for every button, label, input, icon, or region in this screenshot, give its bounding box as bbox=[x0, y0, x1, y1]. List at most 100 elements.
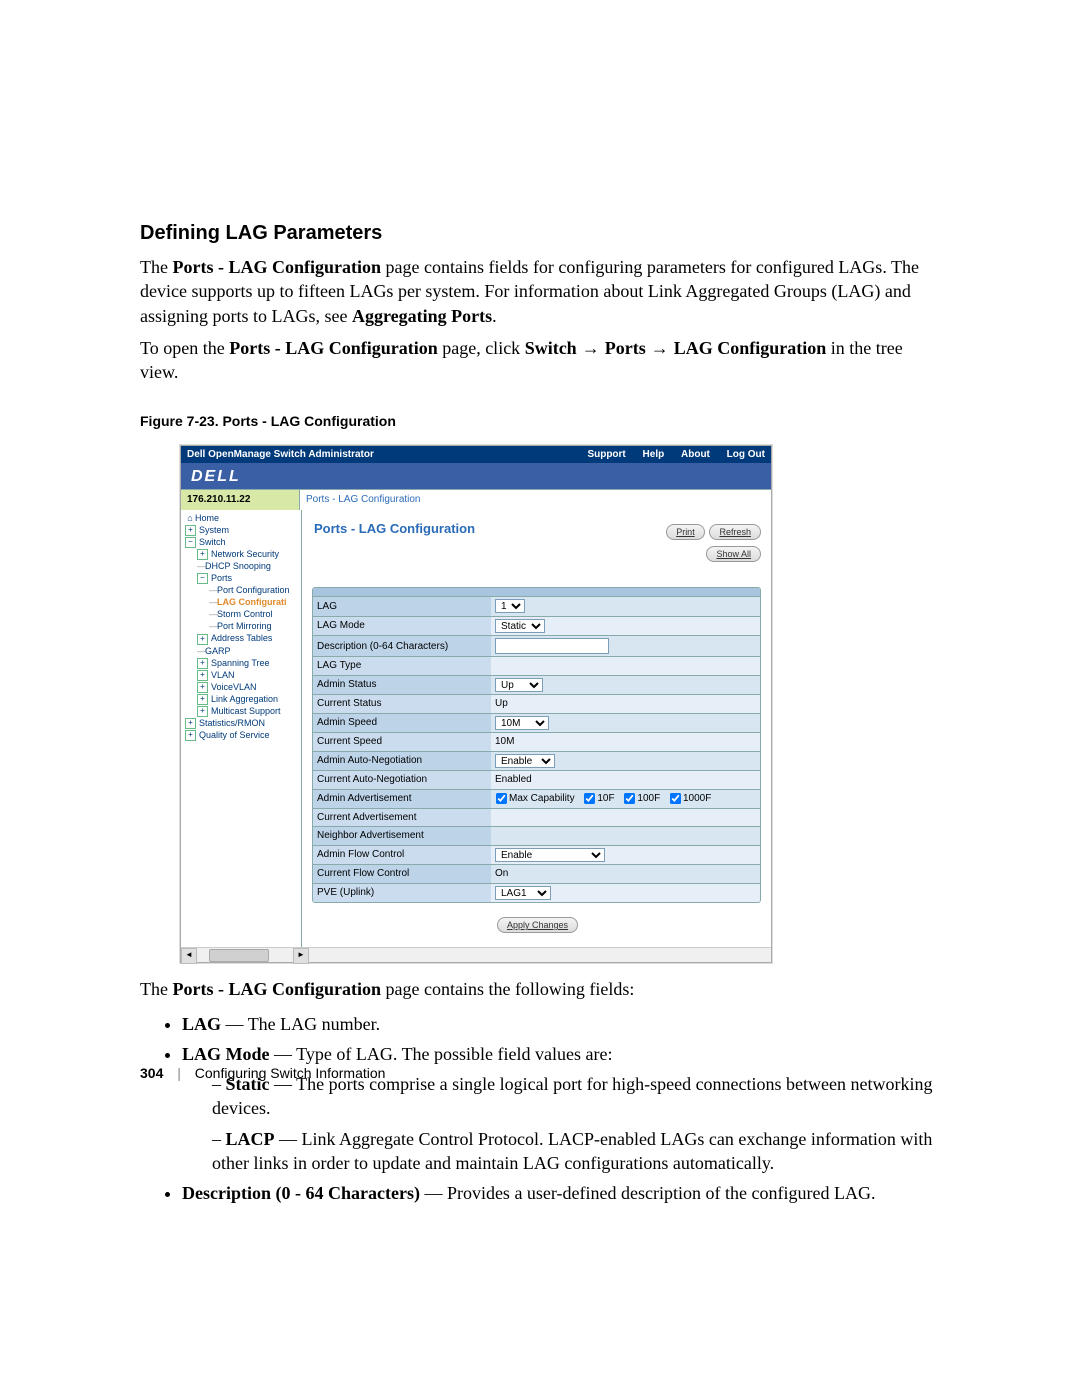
value-current-autoneg: Enabled bbox=[491, 771, 760, 790]
tree-lag-configuration[interactable]: —LAG Configurati bbox=[183, 596, 301, 608]
label-admin-autoneg: Admin Auto-Negotiation bbox=[313, 751, 491, 771]
bold-term: LACP bbox=[226, 1129, 275, 1149]
tree-link-aggregation[interactable]: +Link Aggregation bbox=[183, 693, 301, 705]
text: The bbox=[140, 257, 172, 277]
logout-link[interactable]: Log Out bbox=[727, 449, 765, 460]
admin-status-select[interactable]: Up bbox=[495, 678, 543, 692]
text: — Link Aggregate Control Protocol. LACP-… bbox=[212, 1129, 932, 1173]
tree-system[interactable]: +System bbox=[183, 524, 301, 536]
expand-icon[interactable]: + bbox=[197, 694, 208, 705]
config-form: LAG 1 LAG Mode Static Description (0-64 … bbox=[312, 587, 761, 903]
scroll-right-icon[interactable]: ► bbox=[293, 948, 309, 964]
admin-flow-select[interactable]: Enable bbox=[495, 848, 605, 862]
label-description: Description (0-64 Characters) bbox=[313, 636, 491, 657]
label-admin-speed: Admin Speed bbox=[313, 713, 491, 733]
help-link[interactable]: Help bbox=[643, 449, 665, 460]
bold-term: LAG Configuration bbox=[674, 338, 827, 358]
bold-term: Ports - LAG Configuration bbox=[172, 257, 381, 277]
separator-icon: | bbox=[167, 1065, 191, 1081]
expand-icon[interactable]: + bbox=[197, 670, 208, 681]
nav-tree[interactable]: ⌂Home +System −Switch +Network Security … bbox=[181, 510, 302, 947]
tree-statistics-rmon[interactable]: +Statistics/RMON bbox=[183, 717, 301, 729]
tree-home[interactable]: ⌂Home bbox=[183, 512, 301, 524]
text: — Provides a user-defined description of… bbox=[420, 1183, 876, 1203]
bold-term: Aggregating Ports bbox=[352, 306, 492, 326]
section-heading: Defining LAG Parameters bbox=[140, 220, 940, 247]
para-intro-1: The Ports - LAG Configuration page conta… bbox=[140, 255, 940, 328]
apply-changes-button[interactable]: Apply Changes bbox=[497, 917, 578, 933]
label-admin-advertisement: Admin Advertisement bbox=[313, 789, 491, 808]
tree-network-security[interactable]: +Network Security bbox=[183, 548, 301, 560]
about-link[interactable]: About bbox=[681, 449, 710, 460]
label-lag-mode: LAG Mode bbox=[313, 616, 491, 636]
panel-header: Ports - LAG Configuration Print Refresh … bbox=[302, 510, 771, 584]
expand-icon[interactable]: + bbox=[197, 634, 208, 645]
expand-icon[interactable]: + bbox=[197, 706, 208, 717]
adv-1000f-checkbox[interactable] bbox=[670, 793, 681, 804]
app-title: Dell OpenManage Switch Administrator bbox=[187, 448, 374, 462]
tree-dhcp-snooping[interactable]: —DHCP Snooping bbox=[183, 560, 301, 572]
expand-icon[interactable]: + bbox=[185, 525, 196, 536]
document-page: Defining LAG Parameters The Ports - LAG … bbox=[0, 0, 1080, 1206]
tree-qos[interactable]: +Quality of Service bbox=[183, 729, 301, 741]
text: page, click bbox=[438, 338, 525, 358]
breadcrumb: Ports - LAG Configuration bbox=[300, 490, 771, 510]
value-neighbor-advertisement bbox=[491, 827, 760, 846]
tree-voicevlan[interactable]: +VoiceVLAN bbox=[183, 681, 301, 693]
tree-spanning-tree[interactable]: +Spanning Tree bbox=[183, 657, 301, 669]
pve-select[interactable]: LAG1 bbox=[495, 886, 551, 900]
label-neighbor-advertisement: Neighbor Advertisement bbox=[313, 827, 491, 846]
expand-icon[interactable]: + bbox=[197, 682, 208, 693]
apply-row: Apply Changes bbox=[302, 903, 771, 947]
expand-icon[interactable]: + bbox=[185, 718, 196, 729]
logo-bar: DELL bbox=[181, 463, 771, 489]
main-panel: Ports - LAG Configuration Print Refresh … bbox=[302, 510, 771, 947]
admin-autoneg-select[interactable]: Enable bbox=[495, 754, 555, 768]
label-current-flow-control: Current Flow Control bbox=[313, 865, 491, 884]
print-button[interactable]: Print bbox=[666, 524, 705, 540]
admin-speed-select[interactable]: 10M bbox=[495, 716, 549, 730]
tree-address-tables[interactable]: +Address Tables bbox=[183, 632, 301, 644]
value-current-advertisement bbox=[491, 808, 760, 827]
text: . bbox=[492, 306, 497, 326]
horizontal-scrollbar[interactable]: ◄ ► bbox=[181, 947, 771, 962]
arrow-icon: → bbox=[646, 338, 674, 358]
label-current-advertisement: Current Advertisement bbox=[313, 808, 491, 827]
lag-select[interactable]: 1 bbox=[495, 599, 525, 613]
collapse-icon[interactable]: − bbox=[197, 573, 208, 584]
app-screenshot: Dell OpenManage Switch Administrator Sup… bbox=[180, 445, 772, 963]
scroll-thumb[interactable] bbox=[209, 949, 269, 962]
collapse-icon[interactable]: − bbox=[185, 537, 196, 548]
label-admin-status: Admin Status bbox=[313, 675, 491, 695]
support-link[interactable]: Support bbox=[587, 449, 625, 460]
tree-switch[interactable]: −Switch bbox=[183, 536, 301, 548]
expand-icon[interactable]: + bbox=[197, 549, 208, 560]
tree-port-mirroring[interactable]: —Port Mirroring bbox=[183, 620, 301, 632]
text: — Type of LAG. The possible field values… bbox=[270, 1044, 613, 1064]
page-number: 304 bbox=[140, 1065, 163, 1081]
dell-logo: DELL bbox=[191, 466, 241, 488]
adv-max-checkbox[interactable] bbox=[496, 793, 507, 804]
expand-icon[interactable]: + bbox=[185, 730, 196, 741]
tree-multicast-support[interactable]: +Multicast Support bbox=[183, 705, 301, 717]
chapter-name: Configuring Switch Information bbox=[195, 1065, 386, 1081]
label-pve-uplink: PVE (Uplink) bbox=[313, 883, 491, 902]
tree-garp[interactable]: —GARP bbox=[183, 645, 301, 657]
tree-vlan[interactable]: +VLAN bbox=[183, 669, 301, 681]
tree-ports[interactable]: −Ports bbox=[183, 572, 301, 584]
scroll-left-icon[interactable]: ◄ bbox=[181, 948, 197, 964]
label-current-status: Current Status bbox=[313, 695, 491, 714]
expand-icon[interactable]: + bbox=[197, 658, 208, 669]
refresh-button[interactable]: Refresh bbox=[709, 524, 761, 540]
para-fields-intro: The Ports - LAG Configuration page conta… bbox=[140, 977, 940, 1001]
adv-10f-checkbox[interactable] bbox=[584, 793, 595, 804]
list-item: Description (0 - 64 Characters) — Provid… bbox=[182, 1181, 940, 1205]
tree-storm-control[interactable]: —Storm Control bbox=[183, 608, 301, 620]
topbar-links: Support Help About Log Out bbox=[573, 448, 765, 462]
description-input[interactable] bbox=[495, 638, 609, 654]
tree-port-configuration[interactable]: —Port Configuration bbox=[183, 584, 301, 596]
adv-100f-checkbox[interactable] bbox=[624, 793, 635, 804]
show-all-button[interactable]: Show All bbox=[706, 546, 761, 562]
adv-1000f-label: 1000F bbox=[683, 793, 711, 804]
lag-mode-select[interactable]: Static bbox=[495, 619, 545, 633]
